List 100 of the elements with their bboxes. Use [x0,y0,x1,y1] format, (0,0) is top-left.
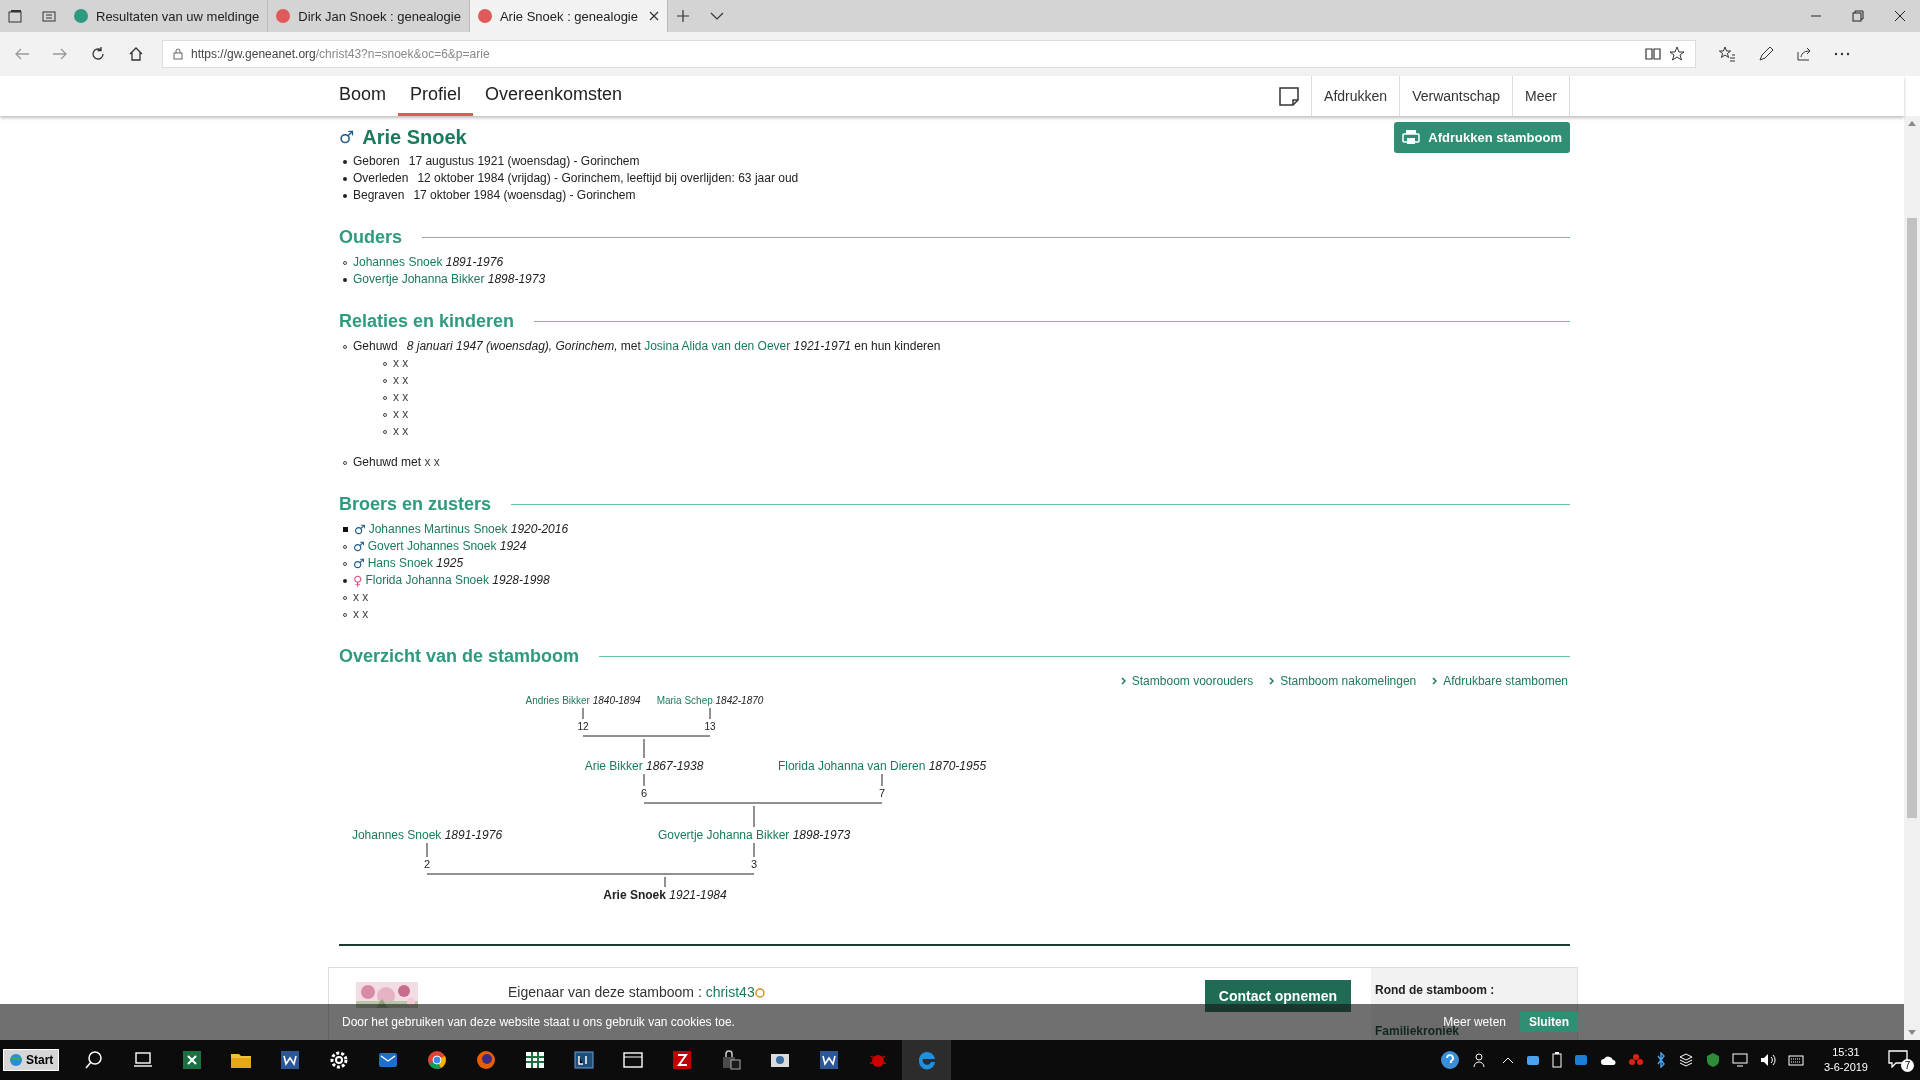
spouse-link[interactable]: Josina Alida van den Oever [644,338,791,355]
chevron-up-icon[interactable] [1501,1056,1514,1064]
tree-link[interactable]: Afdrukbare stambomen [1432,672,1570,690]
section-heading: Ouders [339,228,403,246]
contact-button[interactable]: Contact opnemen [1204,980,1351,1012]
fact-label: Overleden [353,170,409,187]
drive-icon[interactable] [1525,1053,1540,1067]
url-host: https://gw.geneanet.org [191,47,316,61]
speaker-icon[interactable] [1759,1053,1776,1067]
start-button[interactable]: Start [3,1049,60,1071]
tree-link[interactable]: Stamboom nakomelingen [1269,672,1419,690]
close-icon[interactable] [1894,10,1906,22]
fact-value: 17 oktober 1984 (woensdag) - Gorinchem [413,187,636,204]
child-name: x x [393,423,409,440]
fact-label: Begraven [353,187,405,204]
forward-arrow-icon[interactable] [52,47,68,61]
notes-icon[interactable] [1279,86,1300,106]
person-link[interactable]: Johannes Snoek [353,254,443,271]
years-text: 1924 [498,538,527,555]
cluster-icon[interactable] [1627,1053,1644,1067]
restore-icon[interactable] [1852,10,1864,22]
ancestor-number: 13 [704,719,716,734]
years-text: 1925 [435,555,464,572]
learning-app-icon[interactable] [571,1048,596,1072]
browser-tab[interactable]: Arie Snoek : genealogie [469,0,668,32]
new-tab-icon[interactable] [675,9,690,23]
nav-tab[interactable]: Boom [339,76,399,116]
print-button[interactable]: Afdrukken stamboom [1394,121,1570,153]
clock[interactable]: 15:31 3-6-2019 [1823,1045,1868,1075]
person-link[interactable]: Johannes Snoek [351,827,442,842]
person-link[interactable]: Govertje Johanna Bikker [353,271,485,288]
ancestor-number: 12 [577,719,589,734]
remote-icon[interactable] [1573,1053,1588,1067]
gender-symbol: ♂ [353,538,365,555]
person-link[interactable]: Maria Schep [656,694,713,706]
connector-line [709,707,711,720]
chevron-right-icon [1432,677,1438,685]
address-field[interactable]: https://gw.geneanet.org/christ43?n=snoek&oc=6&p=arie [162,40,1696,68]
bluetooth-icon[interactable] [1655,1052,1666,1068]
reading-view-icon[interactable] [1645,47,1661,61]
more-icon[interactable] [1834,52,1850,56]
nav-tab[interactable]: Overeenkomsten [473,76,635,116]
years-text: 1898-1973 [791,827,851,842]
notification-icon[interactable] [1888,1050,1908,1068]
years-text: 1898-1973 [486,271,546,288]
years-text: 1891-1976 [444,254,504,271]
tree-link[interactable]: Stamboom voorouders [1120,672,1256,690]
owner-link[interactable]: christ43 [705,984,755,1001]
close-icon[interactable] [648,11,659,21]
person-name: Arie Snoek [362,128,467,146]
chevron-down-icon[interactable] [709,11,724,21]
years-text: 1870-1955 [927,758,987,773]
root-person-name: Arie Snoek [603,887,666,902]
years-text: 1928-1998 [491,572,550,589]
connector-line [643,773,645,787]
person-link[interactable]: Hans Snoek [367,555,434,572]
tab-preview-icon[interactable] [8,9,22,23]
gender-symbol: ♂ [354,521,366,538]
years-text: 1867-1938 [644,758,704,773]
person-link[interactable]: Johannes Martinus Snoek [368,521,508,538]
person-link[interactable]: Andries Bikker [525,694,590,706]
spouse-name: x x [424,454,440,471]
battery-icon[interactable] [1551,1052,1562,1068]
gender-symbol: ♀ [353,572,363,589]
chevron-right-icon [1120,677,1126,685]
pen-icon[interactable] [1758,46,1774,62]
section-heading: Overzicht van de stamboom [339,647,580,665]
cloud-icon[interactable] [1599,1054,1616,1066]
bullet-icon [343,159,347,164]
bullet-icon [343,193,347,198]
tabs-aside-icon[interactable] [42,9,56,23]
cookie-message: Door het gebruiken van deze website staat u ons gebruik van cookies toe. [342,1015,735,1029]
person-link[interactable]: Florida Johanna Snoek [365,572,489,589]
keyboard-icon[interactable] [1787,1053,1804,1067]
male-symbol: ♂ [339,128,355,146]
sibling-name: x x [353,589,369,606]
person-link[interactable]: Govert Johannes Snoek [367,538,497,555]
person-link[interactable]: Govertje Johanna Bikker [657,827,790,842]
network-icon[interactable] [1731,1053,1748,1067]
home-icon[interactable] [128,46,144,62]
lock-icon [173,48,183,60]
shield-icon[interactable] [1705,1052,1720,1068]
back-arrow-icon[interactable] [14,47,30,61]
connector-line [582,707,584,720]
help-icon[interactable] [1439,1050,1460,1070]
relation-label: Gehuwd met [353,454,423,471]
relation-label: Gehuwd [353,338,398,355]
scroll-up-icon[interactable] [1908,121,1916,126]
person-link[interactable]: Arie Bikker [584,758,643,773]
star-icon[interactable] [1669,46,1685,62]
scroll-down-icon[interactable] [1908,1030,1916,1035]
years-text: 1842-1870 [714,694,764,706]
refresh-icon[interactable] [90,46,106,62]
favorites-icon[interactable] [1718,46,1736,62]
person-link[interactable]: Florida Johanna van Dieren [777,758,926,773]
share-icon[interactable] [1796,46,1812,62]
suffix-text: en hun kinderen [853,338,941,355]
fact-value: 17 augustus 1921 (woensdag) - Gorinchem [408,153,640,170]
close-button[interactable]: Sluiten [1520,1012,1578,1032]
gender-symbol: ♂ [353,555,365,572]
